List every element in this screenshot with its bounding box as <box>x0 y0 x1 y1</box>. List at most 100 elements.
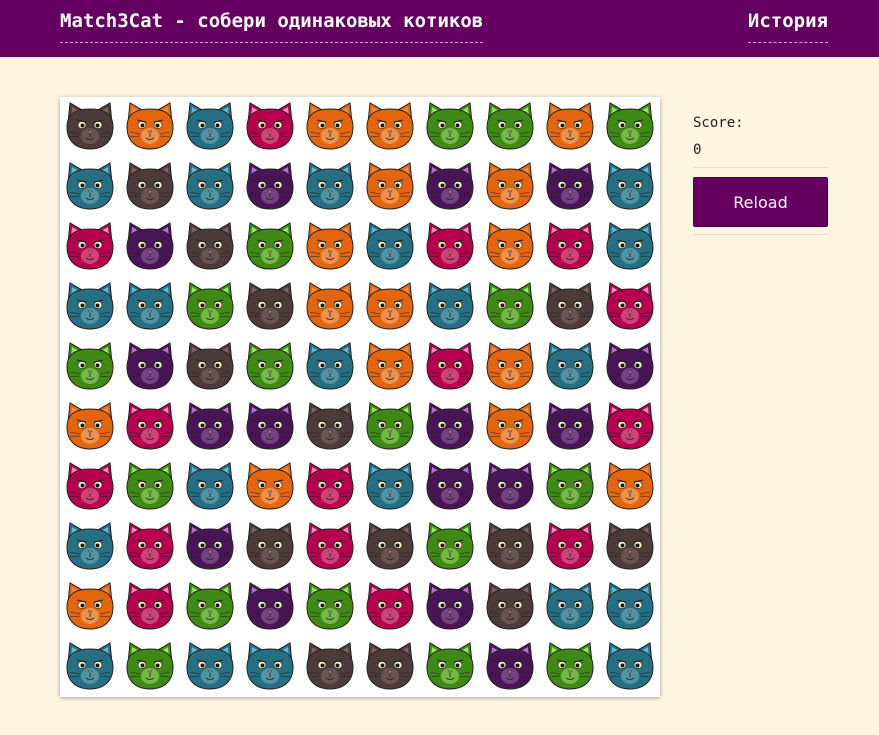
cat-tile-orange[interactable] <box>360 337 420 397</box>
cat-tile-pink[interactable] <box>600 277 660 337</box>
cat-tile-teal[interactable] <box>360 457 420 517</box>
cat-tile-teal[interactable] <box>180 457 240 517</box>
cat-tile-brown[interactable] <box>180 217 240 277</box>
cat-tile-pink[interactable] <box>300 457 360 517</box>
cat-tile-green[interactable] <box>300 577 360 637</box>
cat-tile-brown[interactable] <box>480 577 540 637</box>
cat-tile-brown[interactable] <box>360 637 420 697</box>
cat-tile-brown[interactable] <box>180 337 240 397</box>
cat-tile-brown[interactable] <box>360 517 420 577</box>
cat-tile-teal[interactable] <box>240 637 300 697</box>
cat-tile-orange[interactable] <box>360 277 420 337</box>
cat-tile-teal[interactable] <box>600 217 660 277</box>
cat-tile-green[interactable] <box>240 217 300 277</box>
cat-tile-orange[interactable] <box>120 97 180 157</box>
cat-tile-orange[interactable] <box>360 97 420 157</box>
cat-tile-green[interactable] <box>180 277 240 337</box>
cat-tile-pink[interactable] <box>120 577 180 637</box>
cat-tile-pink[interactable] <box>420 337 480 397</box>
cat-tile-pink[interactable] <box>60 457 120 517</box>
cat-tile-teal[interactable] <box>180 157 240 217</box>
cat-tile-purple[interactable] <box>420 157 480 217</box>
cat-tile-pink[interactable] <box>600 397 660 457</box>
cat-tile-orange[interactable] <box>60 397 120 457</box>
cat-tile-green[interactable] <box>120 457 180 517</box>
cat-tile-green[interactable] <box>540 637 600 697</box>
cat-tile-teal[interactable] <box>180 637 240 697</box>
cat-tile-teal[interactable] <box>120 277 180 337</box>
cat-tile-teal[interactable] <box>420 277 480 337</box>
cat-tile-pink[interactable] <box>420 217 480 277</box>
cat-tile-purple[interactable] <box>180 517 240 577</box>
cat-tile-pink[interactable] <box>60 217 120 277</box>
cat-tile-purple[interactable] <box>120 217 180 277</box>
cat-tile-green[interactable] <box>480 97 540 157</box>
cat-tile-orange[interactable] <box>300 217 360 277</box>
cat-tile-pink[interactable] <box>120 517 180 577</box>
cat-tile-purple[interactable] <box>120 337 180 397</box>
cat-tile-brown[interactable] <box>240 517 300 577</box>
cat-tile-green[interactable] <box>60 337 120 397</box>
cat-tile-pink[interactable] <box>540 217 600 277</box>
cat-tile-teal[interactable] <box>60 637 120 697</box>
cat-tile-green[interactable] <box>420 97 480 157</box>
cat-tile-teal[interactable] <box>600 637 660 697</box>
cat-tile-teal[interactable] <box>600 577 660 637</box>
cat-tile-orange[interactable] <box>360 157 420 217</box>
cat-tile-brown[interactable] <box>60 97 120 157</box>
cat-tile-orange[interactable] <box>60 577 120 637</box>
cat-tile-purple[interactable] <box>480 457 540 517</box>
cat-tile-purple[interactable] <box>480 637 540 697</box>
reload-button[interactable]: Reload <box>693 177 828 227</box>
cat-tile-teal[interactable] <box>60 157 120 217</box>
cat-tile-purple[interactable] <box>540 157 600 217</box>
cat-tile-brown[interactable] <box>120 157 180 217</box>
cat-tile-purple[interactable] <box>540 397 600 457</box>
cat-tile-purple[interactable] <box>420 397 480 457</box>
cat-tile-teal[interactable] <box>540 577 600 637</box>
cat-tile-teal[interactable] <box>60 277 120 337</box>
cat-tile-brown[interactable] <box>600 517 660 577</box>
cat-tile-brown[interactable] <box>480 517 540 577</box>
cat-tile-purple[interactable] <box>240 397 300 457</box>
cat-tile-teal[interactable] <box>600 157 660 217</box>
cat-tile-orange[interactable] <box>480 157 540 217</box>
cat-tile-purple[interactable] <box>420 457 480 517</box>
cat-tile-teal[interactable] <box>60 517 120 577</box>
cat-tile-orange[interactable] <box>480 397 540 457</box>
cat-tile-green[interactable] <box>240 337 300 397</box>
cat-tile-orange[interactable] <box>240 457 300 517</box>
cat-tile-purple[interactable] <box>420 577 480 637</box>
cat-tile-orange[interactable] <box>600 457 660 517</box>
game-title-link[interactable]: Match3Cat - собери одинаковых котиков <box>60 8 484 43</box>
cat-tile-teal[interactable] <box>360 217 420 277</box>
cat-tile-pink[interactable] <box>120 397 180 457</box>
cat-tile-purple[interactable] <box>180 397 240 457</box>
cat-tile-teal[interactable] <box>180 97 240 157</box>
cat-tile-purple[interactable] <box>240 157 300 217</box>
cat-tile-green[interactable] <box>360 397 420 457</box>
cat-tile-orange[interactable] <box>300 277 360 337</box>
cat-tile-brown[interactable] <box>240 277 300 337</box>
cat-tile-pink[interactable] <box>300 517 360 577</box>
cat-tile-purple[interactable] <box>600 337 660 397</box>
cat-tile-green[interactable] <box>420 517 480 577</box>
history-link[interactable]: История <box>747 8 828 43</box>
cat-tile-brown[interactable] <box>300 397 360 457</box>
cat-tile-teal[interactable] <box>540 337 600 397</box>
cat-tile-green[interactable] <box>180 577 240 637</box>
cat-tile-green[interactable] <box>600 97 660 157</box>
cat-tile-brown[interactable] <box>540 277 600 337</box>
cat-tile-brown[interactable] <box>300 637 360 697</box>
cat-tile-teal[interactable] <box>300 157 360 217</box>
cat-tile-orange[interactable] <box>480 337 540 397</box>
cat-tile-purple[interactable] <box>240 577 300 637</box>
cat-tile-orange[interactable] <box>480 217 540 277</box>
cat-tile-pink[interactable] <box>540 517 600 577</box>
cat-tile-pink[interactable] <box>240 97 300 157</box>
cat-tile-teal[interactable] <box>300 337 360 397</box>
cat-tile-green[interactable] <box>420 637 480 697</box>
cat-tile-green[interactable] <box>120 637 180 697</box>
cat-tile-green[interactable] <box>480 277 540 337</box>
cat-tile-orange[interactable] <box>300 97 360 157</box>
